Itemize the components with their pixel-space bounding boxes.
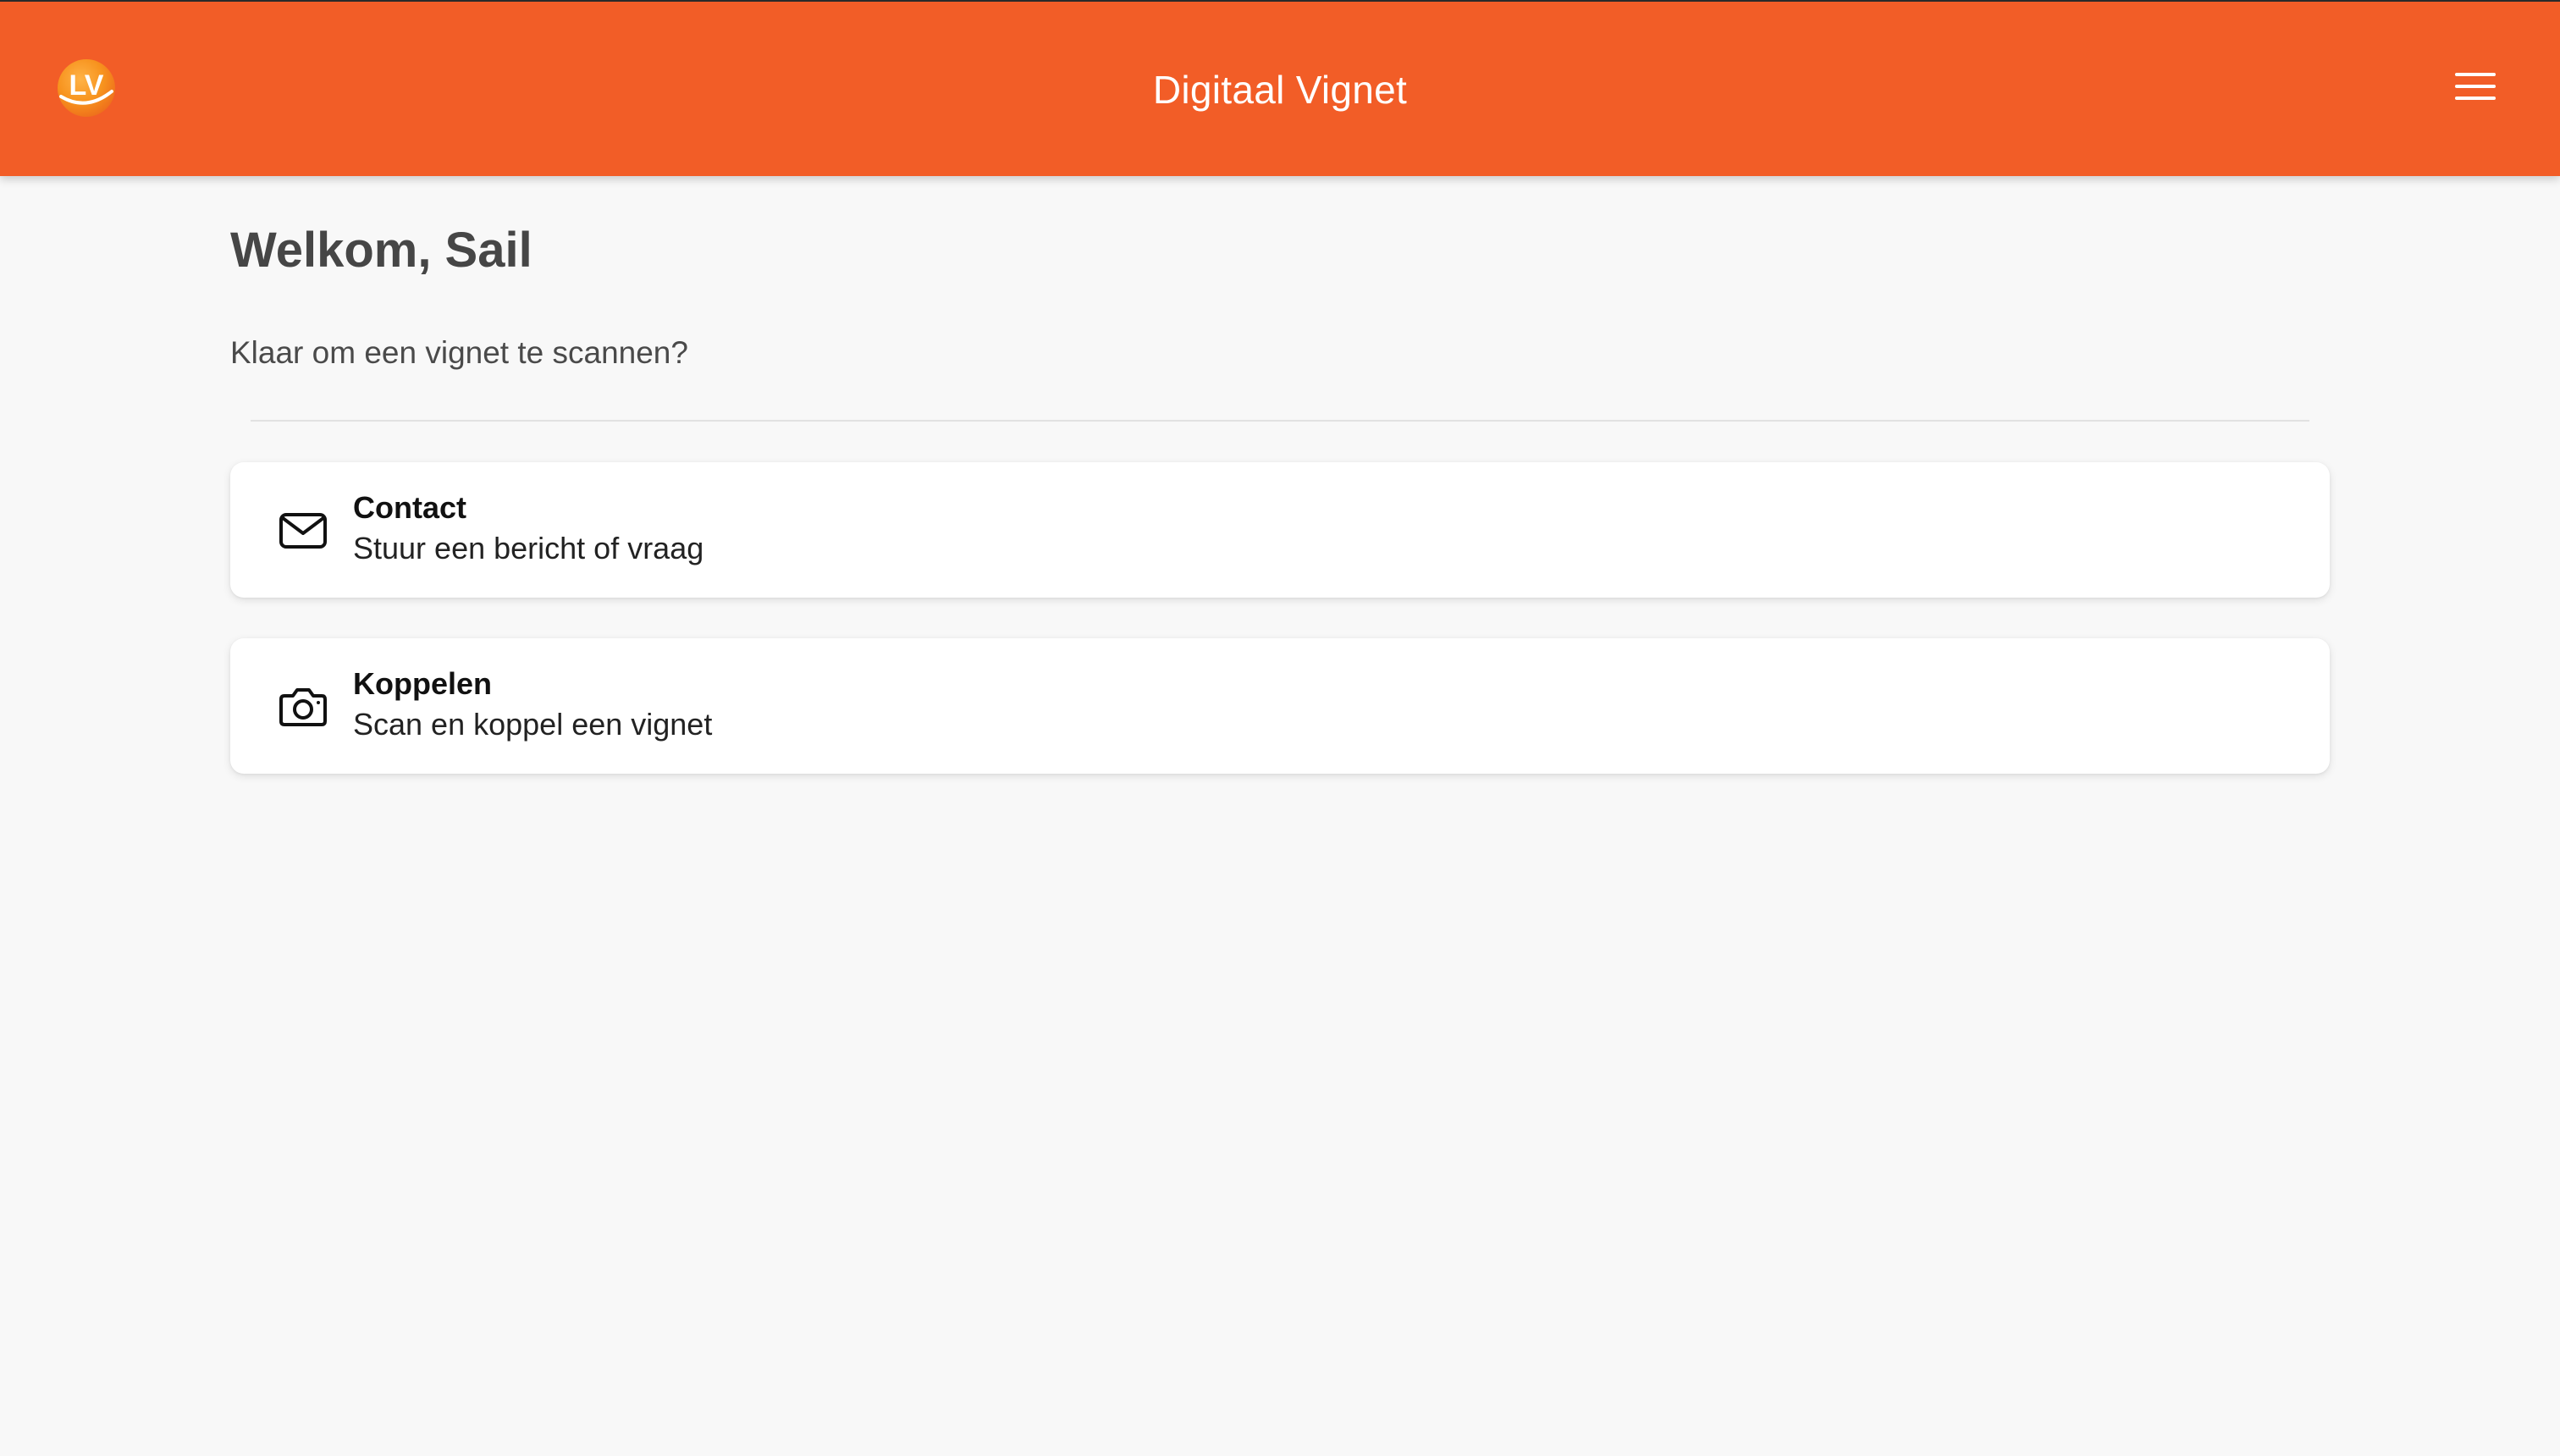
hamburger-menu-icon[interactable]: [2453, 68, 2501, 105]
envelope-icon: [279, 513, 327, 549]
welcome-subtitle: Klaar om een vignet te scannen?: [230, 335, 688, 370]
koppelen-card[interactable]: Koppelen Scan en koppel een vignet: [230, 638, 2330, 774]
divider: [251, 420, 2309, 422]
contact-card[interactable]: Contact Stuur een bericht of vraag: [230, 462, 2330, 598]
contact-card-description: Stuur een bericht of vraag: [353, 531, 704, 565]
contact-card-title: Contact: [353, 490, 466, 525]
koppelen-card-title: Koppelen: [353, 666, 493, 701]
koppelen-card-description: Scan en koppel een vignet: [353, 707, 713, 742]
welcome-title: Welkom, Sail: [230, 223, 532, 278]
app-header: LV Digitaal Vignet: [0, 0, 2560, 176]
header-title: Digitaal Vignet: [1152, 68, 1408, 112]
camera-icon: [279, 688, 327, 726]
